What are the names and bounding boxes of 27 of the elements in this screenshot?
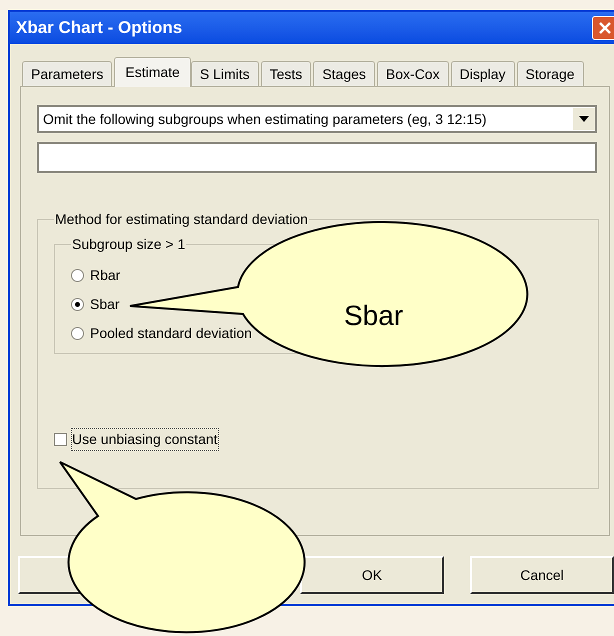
tab[interactable]: Display [450, 61, 514, 86]
group-title: Method for estimating standard deviation [54, 210, 309, 229]
window-title: Xbar Chart - Options [16, 17, 182, 40]
radio-button[interactable] [71, 269, 84, 282]
radio-button[interactable] [71, 327, 84, 340]
tab[interactable]: Stages [313, 61, 375, 86]
tab[interactable]: Parameters [22, 61, 112, 86]
checkbox[interactable] [54, 433, 67, 446]
close-icon [598, 21, 612, 35]
dropdown-value: Omit the following subgroups when estimating parameters (eg, 3 12:15) [43, 110, 487, 129]
radio-button[interactable] [71, 298, 84, 311]
callout-text: Sbar [344, 299, 404, 333]
dialog-button[interactable]: Cancel [470, 556, 614, 594]
close-button[interactable] [592, 16, 614, 40]
group-title: Subgroup size > 1 [71, 235, 186, 254]
tab[interactable]: S Limits [190, 61, 259, 86]
subgroups-input[interactable] [37, 142, 597, 173]
tab[interactable]: Estimate [114, 57, 191, 87]
omit-dropdown[interactable]: Omit the following subgroups when estimating parameters (eg, 3 12:15) [37, 105, 597, 133]
tab[interactable]: Box-Cox [376, 61, 449, 86]
radio-label: Pooled standard deviation [90, 324, 252, 343]
radio-label: Sbar [90, 295, 120, 314]
radio-label: Rbar [90, 266, 120, 285]
tab[interactable]: Storage [516, 61, 584, 86]
tab[interactable]: Tests [260, 61, 312, 86]
checkbox-label: Use unbiasing constant [71, 428, 219, 451]
dialog-button[interactable]: OK [300, 556, 444, 594]
